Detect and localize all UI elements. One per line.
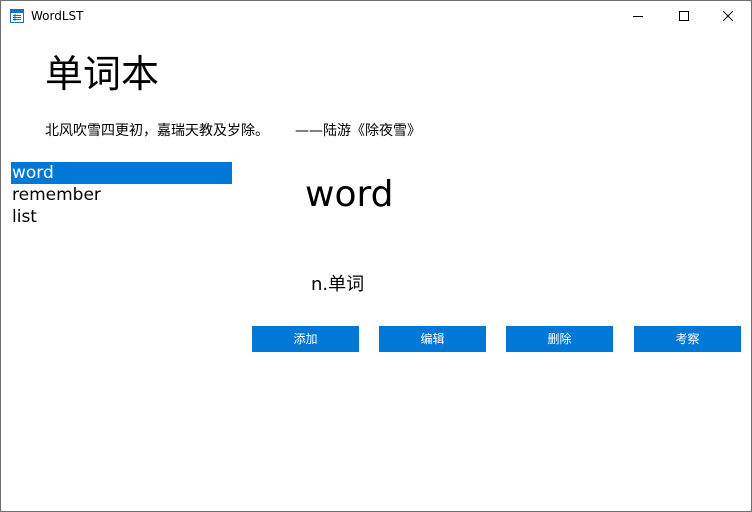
selected-word: word xyxy=(305,174,394,215)
word-meaning: n.单词 xyxy=(311,274,365,295)
close-button[interactable] xyxy=(705,1,751,31)
title-bar[interactable]: WordLST xyxy=(1,1,751,31)
maximize-icon xyxy=(679,11,689,21)
close-icon xyxy=(723,11,733,21)
quiz-button[interactable]: 考察 xyxy=(634,326,741,352)
poem-author: ——陆游《除夜雪》 xyxy=(295,123,421,139)
list-item[interactable]: remember xyxy=(11,184,232,206)
window-title: WordLST xyxy=(31,9,84,23)
list-item[interactable]: word xyxy=(11,162,232,184)
add-button[interactable]: 添加 xyxy=(252,326,359,352)
word-list[interactable]: word remember list xyxy=(11,162,232,228)
app-list-icon xyxy=(10,8,24,23)
minimize-button[interactable] xyxy=(615,1,661,31)
minimize-icon xyxy=(633,16,643,17)
delete-button[interactable]: 删除 xyxy=(506,326,613,352)
poem-quote: 北风吹雪四更初，嘉瑞天教及岁除。 ——陆游《除夜雪》 xyxy=(45,121,421,141)
app-window: WordLST 单词本 北风吹雪四更初，嘉瑞天教及岁除。 ——陆游《除夜雪》 wo… xyxy=(0,0,752,512)
poem-line: 北风吹雪四更初，嘉瑞天教及岁除。 xyxy=(45,123,269,139)
list-item[interactable]: list xyxy=(11,206,232,228)
edit-button[interactable]: 编辑 xyxy=(379,326,486,352)
page-title: 单词本 xyxy=(45,52,160,96)
maximize-button[interactable] xyxy=(661,1,707,31)
